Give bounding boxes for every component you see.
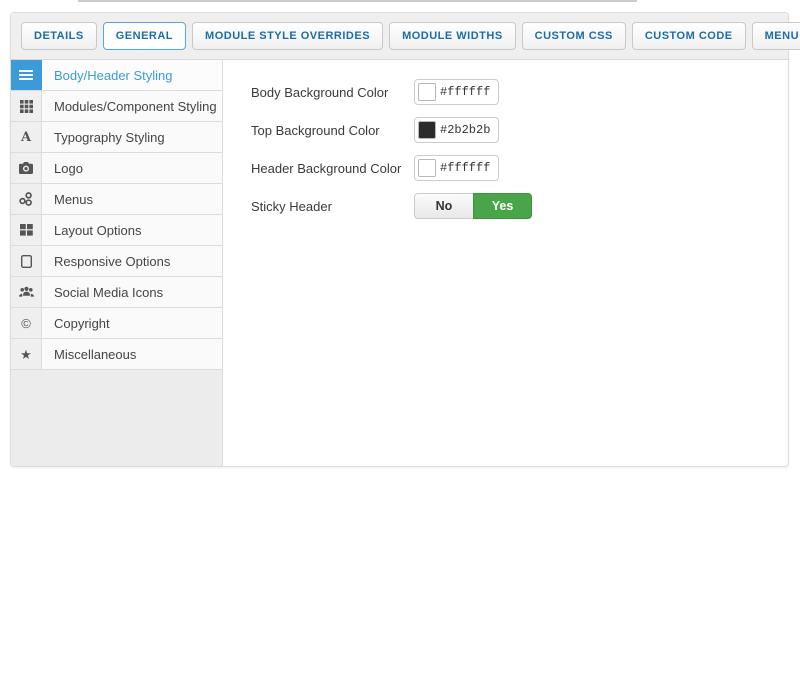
sticky-header-toggle: NoYes bbox=[414, 193, 532, 219]
tablet-outline-icon bbox=[11, 246, 42, 276]
toggle-option-no[interactable]: No bbox=[414, 193, 473, 219]
users-icon bbox=[11, 277, 42, 307]
sidebar-item-typography-styling[interactable]: ATypography Styling bbox=[11, 122, 222, 153]
tab-custom-code[interactable]: CUSTOM CODE bbox=[632, 22, 746, 50]
sidebar-item-label: Responsive Options bbox=[42, 246, 222, 276]
tab-module-style-overrides[interactable]: MODULE STYLE OVERRIDES bbox=[192, 22, 383, 50]
letter-a-icon: A bbox=[11, 122, 42, 152]
sidebar-item-label: Menus bbox=[42, 184, 222, 214]
field-label: Body Background Color bbox=[251, 85, 414, 100]
grid-2x2-icon bbox=[11, 215, 42, 245]
sidebar-item-label: Layout Options bbox=[42, 215, 222, 245]
field-label: Sticky Header bbox=[251, 199, 414, 214]
sidebar-item-layout-options[interactable]: Layout Options bbox=[11, 215, 222, 246]
sidebar-item-label: Social Media Icons bbox=[42, 277, 222, 307]
sidebar-item-miscellaneous[interactable]: ★Miscellaneous bbox=[11, 339, 222, 370]
sidebar-item-menus[interactable]: Menus bbox=[11, 184, 222, 215]
sticky-header-row: Sticky HeaderNoYes bbox=[251, 193, 788, 219]
sidebar-item-label: Typography Styling bbox=[42, 122, 222, 152]
settings-sidebar: Body/Header StylingModules/Component Sty… bbox=[11, 60, 223, 466]
tab-menu-assignment[interactable]: MENU ASSIGNMENT bbox=[752, 22, 800, 50]
top-divider bbox=[78, 0, 637, 2]
tab-custom-css[interactable]: CUSTOM CSS bbox=[522, 22, 626, 50]
tab-bar: DETAILSGENERALMODULE STYLE OVERRIDESMODU… bbox=[11, 13, 788, 60]
sidebar-item-copyright[interactable]: ©Copyright bbox=[11, 308, 222, 339]
field-label: Top Background Color bbox=[251, 123, 414, 138]
template-settings-panel: DETAILSGENERALMODULE STYLE OVERRIDESMODU… bbox=[10, 12, 789, 467]
hex-value: #ffffff bbox=[440, 85, 490, 99]
header-background-color-input[interactable]: #ffffff bbox=[414, 155, 499, 181]
body-background-color-row: Body Background Color #ffffff bbox=[251, 79, 788, 105]
header-background-color-row: Header Background Color #ffffff bbox=[251, 155, 788, 181]
sidebar-item-modules-component-styling[interactable]: Modules/Component Styling bbox=[11, 91, 222, 122]
field-label: Header Background Color bbox=[251, 161, 414, 176]
tab-details[interactable]: DETAILS bbox=[21, 22, 97, 50]
settings-form: Body Background Color #ffffff Top Backgrou… bbox=[223, 60, 788, 466]
sidebar-item-label: Miscellaneous bbox=[42, 339, 222, 369]
star-icon: ★ bbox=[11, 339, 42, 369]
body-background-color-input[interactable]: #ffffff bbox=[414, 79, 499, 105]
sidebar-item-label: Copyright bbox=[42, 308, 222, 338]
tab-general[interactable]: GENERAL bbox=[103, 22, 186, 50]
tab-module-widths[interactable]: MODULE WIDTHS bbox=[389, 22, 516, 50]
camera-icon bbox=[11, 153, 42, 183]
sidebar-item-label: Logo bbox=[42, 153, 222, 183]
top-background-color-input[interactable]: #2b2b2b bbox=[414, 117, 499, 143]
copyright-icon: © bbox=[11, 308, 42, 338]
sidebar-item-social-media-icons[interactable]: Social Media Icons bbox=[11, 277, 222, 308]
color-swatch bbox=[418, 83, 436, 101]
hamburger-icon bbox=[11, 60, 42, 90]
top-background-color-row: Top Background Color #2b2b2b bbox=[251, 117, 788, 143]
sidebar-item-label: Modules/Component Styling bbox=[42, 91, 222, 121]
sidebar-item-responsive-options[interactable]: Responsive Options bbox=[11, 246, 222, 277]
linked-circles-icon bbox=[11, 184, 42, 214]
sidebar-item-logo[interactable]: Logo bbox=[11, 153, 222, 184]
color-swatch bbox=[418, 121, 436, 139]
toggle-option-yes[interactable]: Yes bbox=[473, 193, 532, 219]
grid-3x3-icon bbox=[11, 91, 42, 121]
sidebar-item-body-header-styling[interactable]: Body/Header Styling bbox=[11, 60, 222, 91]
panel-body: Body/Header StylingModules/Component Sty… bbox=[11, 60, 788, 466]
color-swatch bbox=[418, 159, 436, 177]
hex-value: #2b2b2b bbox=[440, 123, 490, 137]
hex-value: #ffffff bbox=[440, 161, 490, 175]
sidebar-item-label: Body/Header Styling bbox=[42, 60, 222, 90]
